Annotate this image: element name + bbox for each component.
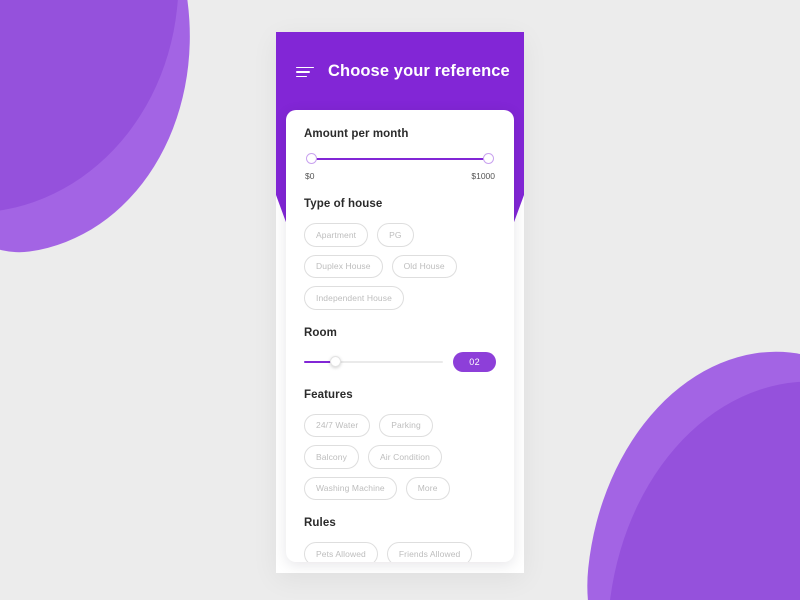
amount-range-knob-max[interactable] <box>483 153 494 164</box>
hamburger-line-1 <box>296 66 314 69</box>
chip-type-independent-house[interactable]: Independent House <box>304 286 404 310</box>
section-rules: Rules Pets Allowed Friends Allowed Party… <box>304 517 496 562</box>
hamburger-menu-icon[interactable] <box>296 66 314 78</box>
chip-feature-water[interactable]: 24/7 Water <box>304 413 371 437</box>
section-title-rules: Rules <box>304 517 336 529</box>
chip-feature-more[interactable]: More <box>405 476 450 500</box>
chip-rule-friends-allowed[interactable]: Friends Allowed <box>386 542 473 562</box>
section-title-room: Room <box>304 326 337 339</box>
room-value-badge: 02 <box>453 351 496 372</box>
amount-range-knob-min[interactable] <box>306 153 317 164</box>
filter-sheet: Amount per month $0 $1000 Type of house … <box>286 110 514 562</box>
blob-top-left-back <box>0 0 220 271</box>
features-chips: 24/7 Water Parking Balcony Air Condition… <box>304 413 496 500</box>
chip-type-duplex-house[interactable]: Duplex House <box>304 254 383 278</box>
section-room: Room 02 <box>304 327 496 372</box>
chip-type-old-house[interactable]: Old House <box>391 254 457 278</box>
amount-range-track <box>312 158 488 160</box>
section-title-amount: Amount per month <box>304 128 409 140</box>
chip-type-pg[interactable]: PG <box>377 223 414 247</box>
chip-feature-parking[interactable]: Parking <box>379 413 433 437</box>
app-header: Choose your reference <box>276 32 524 110</box>
amount-max-label: $1000 <box>471 171 495 181</box>
amount-min-label: $0 <box>305 171 315 181</box>
section-amount: Amount per month $0 $1000 <box>304 128 496 181</box>
room-row: 02 <box>304 351 496 372</box>
chip-feature-balcony[interactable]: Balcony <box>304 445 359 469</box>
type-of-house-chips: Apartment PG Duplex House Old House Inde… <box>304 223 496 310</box>
amount-range-labels: $0 $1000 <box>304 171 496 181</box>
section-type-of-house: Type of house Apartment PG Duplex House … <box>304 198 496 310</box>
amount-range-slider[interactable] <box>306 153 494 165</box>
section-title-features: Features <box>304 388 353 401</box>
hamburger-line-2 <box>296 71 310 73</box>
blob-top-left-front <box>0 0 195 222</box>
section-title-type-of-house: Type of house <box>304 198 383 210</box>
page-title: Choose your reference <box>328 61 510 80</box>
phone-screen: Choose your reference Amount per month $… <box>276 32 524 573</box>
chip-feature-air-condition[interactable]: Air Condition <box>367 445 442 469</box>
blob-bottom-right-front <box>599 371 800 600</box>
section-features: Features 24/7 Water Parking Balcony Air … <box>304 388 496 500</box>
chip-rule-pets-allowed[interactable]: Pets Allowed <box>304 542 378 562</box>
hamburger-line-3 <box>296 75 307 78</box>
blob-bottom-right-back <box>568 333 800 600</box>
room-slider[interactable] <box>304 355 444 368</box>
room-slider-knob[interactable] <box>329 355 341 367</box>
chip-feature-washing-machine[interactable]: Washing Machine <box>304 476 397 500</box>
rules-chips: Pets Allowed Friends Allowed Party with … <box>304 542 496 562</box>
chip-type-apartment[interactable]: Apartment <box>304 223 369 247</box>
